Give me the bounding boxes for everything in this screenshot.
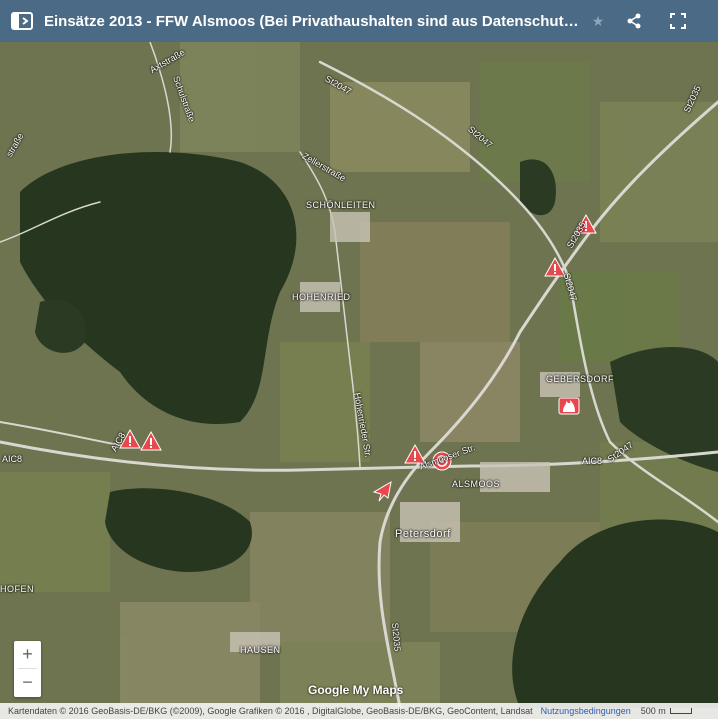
star-icon[interactable]: ★ — [584, 13, 612, 30]
place-label-hofen: HOFEN — [0, 584, 34, 594]
map-footer: Kartendaten © 2016 GeoBasis-DE/BKG (©200… — [0, 703, 718, 719]
place-label-hausen: HAUSEN — [240, 645, 281, 655]
sidebar-toggle-icon[interactable] — [0, 0, 44, 42]
fire-marker[interactable] — [558, 397, 580, 415]
map-header: Einsätze 2013 - FFW Alsmoos (Bei Privath… — [0, 0, 718, 42]
google-mymaps-logo: Google My Maps — [308, 683, 404, 697]
zoom-control: + − — [14, 641, 41, 697]
map-attribution: Kartendaten © 2016 GeoBasis-DE/BKG (©200… — [8, 706, 533, 716]
place-label-alsmoos: ALSMOOS — [452, 479, 501, 489]
place-label-hohenried: HOHENRIED — [292, 292, 351, 302]
road-label-aic8-west: AIC8 — [2, 454, 23, 464]
satellite-map[interactable]: SCHÖNLEITEN HOHENRIED GEBERSDORF ALSMOOS… — [0, 42, 718, 708]
road-label-aic8-east: AIC8 — [582, 456, 603, 466]
place-label-schoenleiten: SCHÖNLEITEN — [306, 200, 376, 210]
zoom-out-button[interactable]: − — [14, 669, 41, 696]
place-label-gebersdorf: GEBERSDORF — [546, 374, 615, 384]
map-title: Einsätze 2013 - FFW Alsmoos (Bei Privath… — [44, 12, 584, 30]
zoom-in-button[interactable]: + — [14, 641, 41, 668]
fullscreen-icon[interactable] — [656, 0, 700, 42]
share-icon[interactable] — [612, 0, 656, 42]
scale-indicator: 500 m — [641, 706, 692, 716]
terms-link[interactable]: Nutzungsbedingungen — [541, 706, 631, 716]
scale-label: 500 m — [640, 706, 666, 716]
place-label-petersdorf: Petersdorf — [395, 528, 451, 540]
scale-bar — [669, 708, 692, 714]
